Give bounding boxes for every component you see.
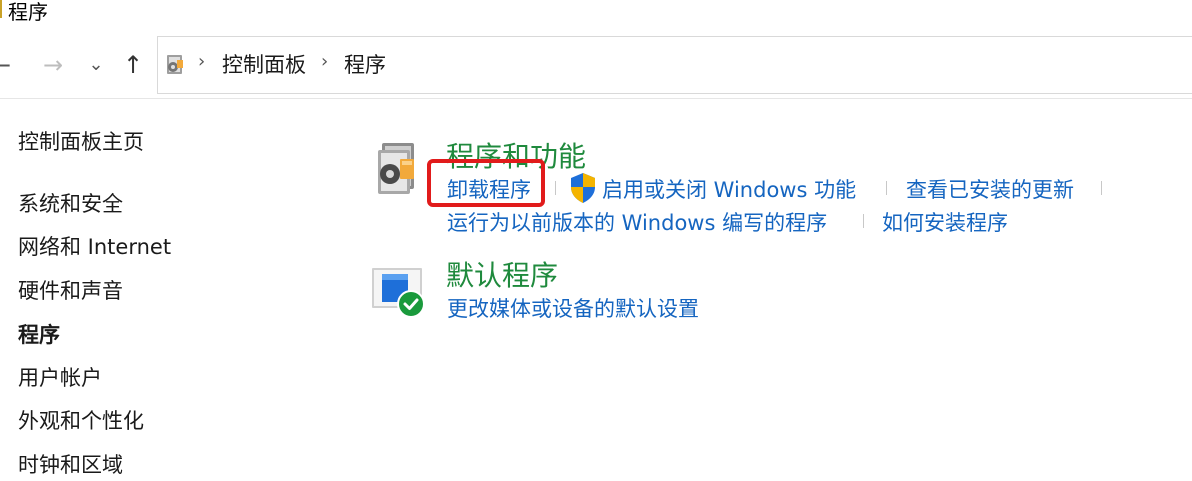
breadcrumb-separator: › — [198, 51, 206, 72]
link-separator — [1101, 181, 1102, 195]
sidebar-item-network-internet[interactable]: 网络和 Internet — [18, 231, 171, 261]
breadcrumb-separator: › — [321, 51, 329, 72]
uac-shield-icon — [571, 173, 595, 203]
recent-locations-chevron-icon[interactable]: ⌄ — [84, 48, 108, 82]
change-default-settings-link[interactable]: 更改媒体或设备的默认设置 — [447, 293, 699, 323]
sidebar-item-appearance[interactable]: 外观和个性化 — [18, 405, 144, 435]
link-separator — [555, 181, 556, 195]
address-bar[interactable]: › 控制面板 › 程序 — [157, 36, 1192, 94]
navigation-bar: ← → ⌄ ↑ › 控制面板 › 程序 — [0, 32, 1192, 98]
forward-arrow-icon[interactable]: → — [38, 48, 68, 82]
highlight-annotation-box — [427, 159, 545, 207]
breadcrumb-control-panel[interactable]: 控制面板 — [222, 49, 306, 79]
header-divider — [0, 98, 1192, 99]
compatibility-link[interactable]: 运行为以前版本的 Windows 编写的程序 — [447, 207, 827, 237]
link-separator — [863, 214, 864, 228]
link-separator — [886, 181, 887, 195]
view-installed-updates-link[interactable]: 查看已安装的更新 — [906, 174, 1074, 204]
control-panel-icon — [167, 55, 183, 74]
default-programs-icon[interactable] — [370, 266, 428, 320]
window-title: 程序 — [8, 0, 48, 24]
window-icon — [0, 0, 2, 18]
sidebar-item-control-panel-home[interactable]: 控制面板主页 — [18, 126, 144, 156]
back-arrow-icon[interactable]: ← — [0, 48, 12, 82]
sidebar-item-programs[interactable]: 程序 — [18, 319, 60, 349]
programs-features-icon[interactable] — [374, 140, 422, 198]
category-title-default-programs[interactable]: 默认程序 — [446, 254, 558, 294]
sidebar-item-system-security[interactable]: 系统和安全 — [18, 188, 123, 218]
turn-windows-features-link[interactable]: 启用或关闭 Windows 功能 — [602, 174, 856, 204]
title-bar: 程序 — [0, 0, 1192, 28]
sidebar-item-hardware-sound[interactable]: 硬件和声音 — [18, 275, 123, 305]
breadcrumb-programs[interactable]: 程序 — [344, 49, 386, 79]
sidebar-item-clock-region[interactable]: 时钟和区域 — [18, 449, 123, 479]
how-to-install-link[interactable]: 如何安装程序 — [882, 207, 1008, 237]
sidebar-item-user-accounts[interactable]: 用户帐户 — [18, 362, 102, 392]
up-arrow-icon[interactable]: ↑ — [118, 48, 148, 82]
